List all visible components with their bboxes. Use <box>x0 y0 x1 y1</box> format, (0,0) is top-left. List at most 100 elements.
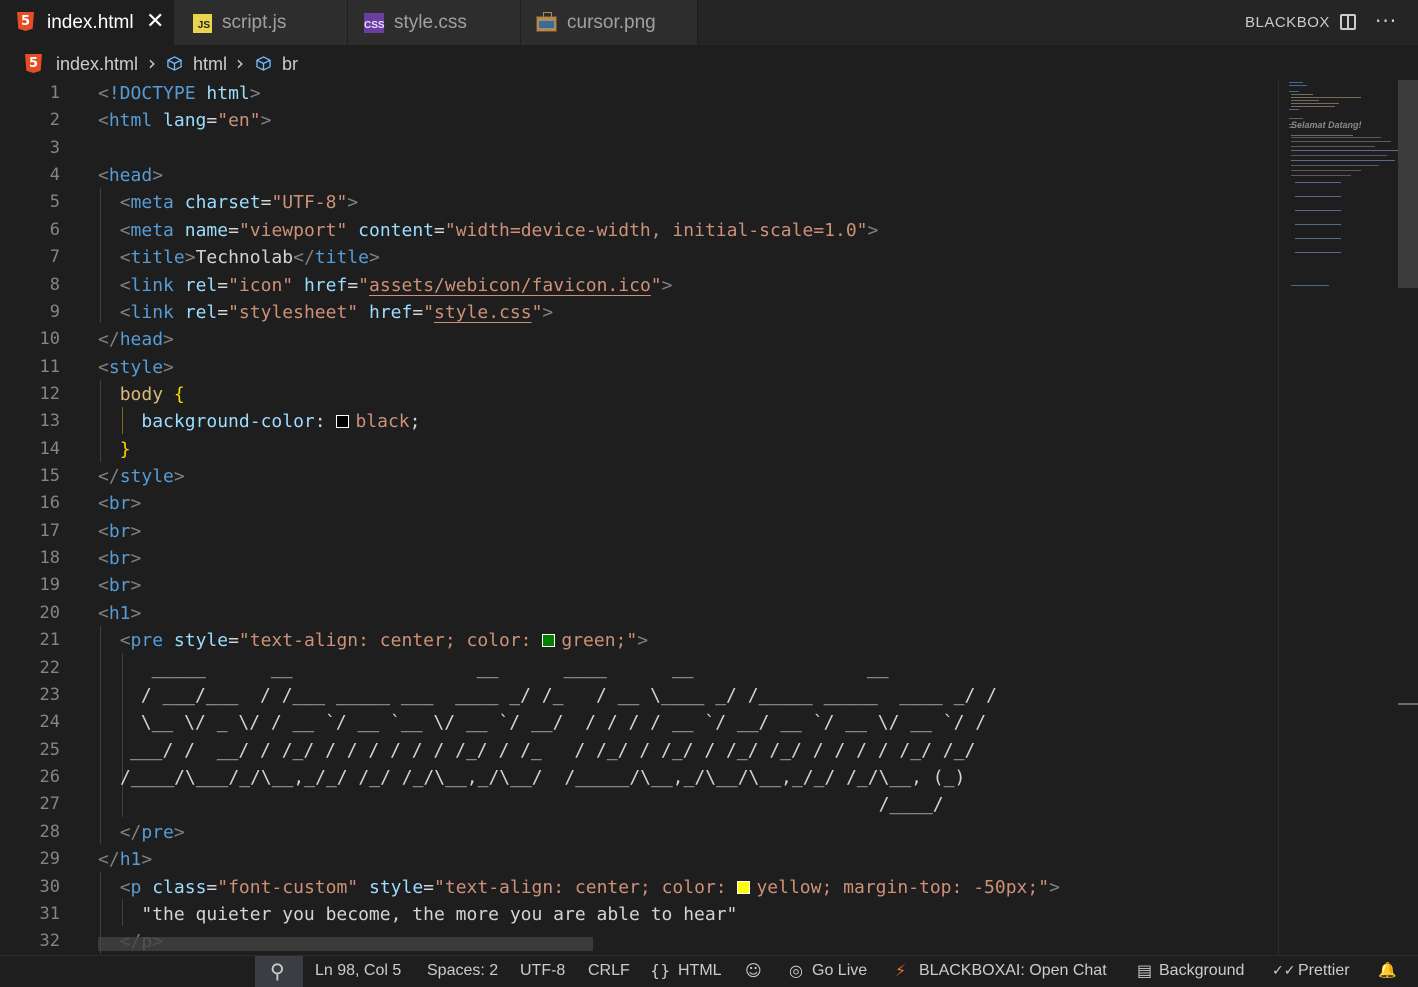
language-mode[interactable]: HTML <box>678 962 722 980</box>
line-number: 29 <box>39 849 60 869</box>
code-line: <h1> <box>98 603 142 624</box>
line-ending[interactable]: CRLF <box>588 962 630 980</box>
code-line: <pre style="text-align: center; color: g… <box>119 630 649 651</box>
color-swatch-green[interactable] <box>542 634 556 647</box>
code-line: <style> <box>98 357 174 378</box>
breadcrumb-html[interactable]: html <box>193 54 227 75</box>
code-line: <link rel="stylesheet" href="style.css"> <box>119 302 554 323</box>
minimap[interactable]: Selamat Datang! <box>1278 80 1399 955</box>
line-number: 11 <box>39 357 60 377</box>
code-line: <link rel="icon" href="assets/webicon/fa… <box>119 275 673 296</box>
lightning-icon: ⚡ <box>895 961 907 980</box>
blackbox-label[interactable]: BLACKBOX <box>1245 14 1330 31</box>
line-number: 31 <box>39 904 60 924</box>
code-line: <meta name="viewport" content="width=dev… <box>119 220 879 241</box>
indent-spaces[interactable]: Spaces: 2 <box>427 962 498 980</box>
line-number: 30 <box>39 877 60 897</box>
color-swatch-yellow[interactable] <box>737 881 751 894</box>
line-number: 6 <box>49 220 60 240</box>
code-line: } <box>119 439 131 460</box>
breadcrumb-file[interactable]: index.html <box>56 54 138 75</box>
html5-icon: 5 <box>25 54 42 73</box>
line-number: 17 <box>39 521 60 541</box>
code-line: <html lang="en"> <box>98 110 272 131</box>
code-line: <p class="font-custom" style="text-align… <box>119 877 1060 898</box>
file-encoding[interactable]: UTF-8 <box>520 962 565 980</box>
ascii-art-line: _____ __ __ ____ __ __ <box>130 658 889 679</box>
line-number: 22 <box>39 658 60 678</box>
title-text: Technolab <box>195 247 294 268</box>
line-number: 28 <box>39 822 60 842</box>
scrollbar-marker <box>1398 703 1418 705</box>
more-actions-icon[interactable]: ··· <box>1375 9 1397 33</box>
element-cube-icon <box>256 56 271 71</box>
breadcrumb: 5 index.html › html › br <box>0 46 1418 81</box>
vertical-scrollbar-thumb[interactable] <box>1398 80 1418 288</box>
tab-style-css[interactable]: CSS style.css <box>348 0 521 45</box>
code-line: <title>Technolab</title> <box>119 247 380 268</box>
ascii-art-line: /____/ <box>120 794 944 815</box>
copilot-icon[interactable]: ☺ <box>745 961 762 980</box>
chevron-right-icon: › <box>148 51 156 75</box>
ascii-art-line: / ___/___ / /___ _____ ___ ____ _/ /_ / … <box>130 685 997 706</box>
double-check-icon: ✓✓ <box>1272 963 1296 979</box>
html5-icon: 5 <box>17 12 34 31</box>
chevron-right-icon: › <box>236 51 244 75</box>
horizontal-scrollbar[interactable] <box>98 937 593 951</box>
minimap-heading: Selamat Datang! <box>1291 120 1362 130</box>
line-number: 14 <box>39 439 60 459</box>
code-line: <br> <box>98 548 142 569</box>
tab-label: index.html <box>47 12 134 33</box>
close-icon[interactable]: ✕ <box>146 9 164 34</box>
code-line: </pre> <box>119 822 185 843</box>
blackbox-chat-button[interactable]: BLACKBOXAI: Open Chat <box>919 962 1107 980</box>
favicon-link[interactable]: assets/webicon/favicon.ico <box>369 275 651 296</box>
line-number: 20 <box>39 603 60 623</box>
line-number: 13 <box>39 411 60 431</box>
line-number: 4 <box>49 165 60 185</box>
ascii-art-line: /____/\___/_/\__,_/_/ /_/ /_/\__,_/\__/ … <box>120 767 966 788</box>
prettier-button[interactable]: Prettier <box>1298 962 1350 980</box>
line-number: 16 <box>39 493 60 513</box>
line-number: 2 <box>49 110 60 130</box>
quote-text: "the quieter you become, the more you ar… <box>141 904 738 925</box>
stylesheet-link[interactable]: style.css <box>434 302 532 323</box>
status-bar: ⚲ Ln 98, Col 5 Spaces: 2 UTF-8 CRLF {} H… <box>0 955 1418 987</box>
document-icon: ▤ <box>1137 961 1153 980</box>
code-editor[interactable]: 1 2 3 4 5 6 7 8 9 10 11 12 13 14 15 16 1… <box>0 80 1278 955</box>
breadcrumb-br[interactable]: br <box>282 54 298 75</box>
code-line: </h1> <box>98 849 153 870</box>
braces-icon: {} <box>650 961 671 980</box>
color-swatch-black[interactable] <box>336 415 350 428</box>
ascii-art-line: \__ \/ _ \/ / __ `/ __ `__ \/ __ `/ __/ … <box>130 712 987 733</box>
code-line: background-color: black; <box>141 411 421 432</box>
code-line: "the quieter you become, the more you ar… <box>98 901 737 928</box>
zoom-icon: ⚲ <box>270 959 285 983</box>
bell-icon[interactable]: 🔔 <box>1378 961 1397 979</box>
code-line: body { <box>119 384 185 405</box>
line-number: 15 <box>39 466 60 486</box>
line-number: 12 <box>39 384 60 404</box>
tab-label: cursor.png <box>567 12 656 33</box>
broadcast-icon: ◎ <box>789 961 803 980</box>
go-live-button[interactable]: Go Live <box>812 962 867 980</box>
cursor-position[interactable]: Ln 98, Col 5 <box>315 962 401 980</box>
code-line: <br> <box>98 493 142 514</box>
line-number: 3 <box>49 138 60 158</box>
line-number: 21 <box>39 630 60 650</box>
line-number: 26 <box>39 767 60 787</box>
line-number: 32 <box>39 931 60 951</box>
background-button[interactable]: Background <box>1159 962 1244 980</box>
tab-cursor-png[interactable]: cursor.png <box>521 0 698 45</box>
split-editor-icon[interactable] <box>1340 14 1356 30</box>
code-line: <br> <box>98 575 142 596</box>
line-number: 8 <box>49 275 60 295</box>
tab-bar: 5 index.html ✕ JS script.js CSS style.cs… <box>0 0 1418 45</box>
tab-script-js[interactable]: JS script.js <box>174 0 348 45</box>
code-line: <br> <box>98 521 142 542</box>
js-file-icon: JS <box>193 14 212 33</box>
tab-index-html[interactable]: 5 index.html ✕ <box>0 0 174 45</box>
line-number: 10 <box>39 329 60 349</box>
css-file-icon: CSS <box>364 13 385 33</box>
zoom-button[interactable]: ⚲ <box>255 956 303 987</box>
